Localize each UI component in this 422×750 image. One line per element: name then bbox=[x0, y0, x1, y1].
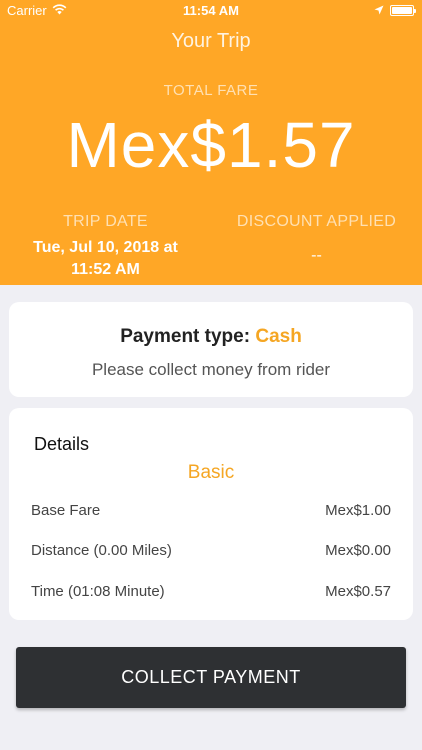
status-right bbox=[374, 3, 416, 18]
discount-value: -- bbox=[311, 247, 322, 264]
trip-summary-screen: Carrier 11:54 AM Your Trip TOTAL FARE Me… bbox=[0, 0, 422, 750]
trip-date-section: TRIP DATE Tue, Jul 10, 2018 at 11:52 AM bbox=[0, 213, 211, 281]
details-card: Details Basic Base Fare Mex$1.00 Distanc… bbox=[9, 408, 413, 620]
location-arrow-icon bbox=[374, 3, 384, 18]
total-fare-amount: Mex$1.57 bbox=[66, 109, 356, 181]
fare-row-label: Time (01:08 Minute) bbox=[31, 583, 165, 600]
page-title: Your Trip bbox=[171, 30, 251, 52]
fare-row-base: Base Fare Mex$1.00 bbox=[31, 502, 391, 519]
trip-header: Carrier 11:54 AM Your Trip TOTAL FARE Me… bbox=[0, 0, 422, 285]
details-title: Details bbox=[34, 434, 90, 454]
payment-note: Please collect money from rider bbox=[91, 360, 331, 379]
fare-row-value: Mex$0.00 bbox=[325, 542, 391, 559]
payment-type: Payment type: Cash bbox=[9, 326, 413, 348]
total-fare-label: TOTAL FARE bbox=[163, 82, 259, 99]
payment-type-label: Payment type: bbox=[120, 326, 251, 347]
payment-type-value: Cash bbox=[255, 326, 302, 347]
payment-card: Payment type: Cash Please collect money … bbox=[9, 302, 413, 397]
fare-row-label: Distance (0.00 Miles) bbox=[31, 542, 172, 559]
discount-label: DISCOUNT APPLIED bbox=[236, 213, 397, 230]
trip-date-line1: Tue, Jul 10, 2018 at bbox=[33, 239, 178, 256]
trip-date-line2: 11:52 AM bbox=[71, 261, 140, 278]
fare-row-value: Mex$1.00 bbox=[325, 502, 391, 519]
collect-payment-button[interactable]: COLLECT PAYMENT bbox=[16, 647, 406, 708]
trip-date-label: TRIP DATE bbox=[63, 213, 148, 230]
fare-row-time: Time (01:08 Minute) Mex$0.57 bbox=[31, 583, 391, 600]
fare-row-value: Mex$0.57 bbox=[325, 583, 391, 600]
discount-section: DISCOUNT APPLIED -- bbox=[211, 213, 422, 267]
status-bar: Carrier 11:54 AM bbox=[0, 0, 422, 22]
fare-row-distance: Distance (0.00 Miles) Mex$0.00 bbox=[31, 542, 391, 559]
fare-plan-name: Basic bbox=[187, 462, 235, 483]
status-time: 11:54 AM bbox=[183, 3, 239, 18]
fare-row-label: Base Fare bbox=[31, 502, 101, 519]
trip-date-value: Tue, Jul 10, 2018 at 11:52 AM bbox=[0, 237, 211, 281]
battery-icon bbox=[390, 5, 416, 16]
